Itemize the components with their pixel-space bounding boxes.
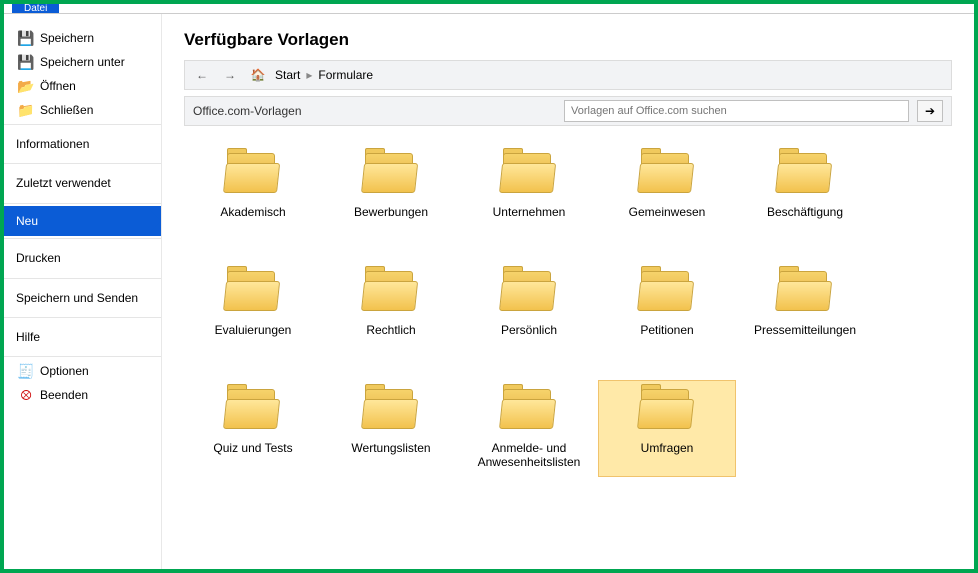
folder-label: Rechtlich (366, 323, 415, 351)
app-window: Datei 💾 Speichern 💾 Speichern unter 📂 Öf… (4, 4, 974, 569)
nav-forward-button[interactable]: → (219, 64, 241, 86)
chevron-right-icon: ▸ (306, 68, 312, 82)
folder-icon (637, 269, 697, 317)
search-go-button[interactable]: ➔ (917, 100, 943, 122)
sidebar-save-as[interactable]: 💾 Speichern unter (4, 50, 161, 74)
sidebar-item-label: Zuletzt verwendet (16, 176, 111, 190)
options-icon: 🧾 (18, 363, 34, 379)
close-icon: 📁 (18, 102, 34, 118)
folder-icon (775, 151, 835, 199)
file-tab[interactable]: Datei (12, 4, 59, 14)
sidebar-item-label: Neu (16, 214, 38, 228)
sidebar-item-label: Speichern unter (40, 55, 125, 69)
main-panel: Verfügbare Vorlagen ← → 🏠 Start ▸ Formul… (162, 14, 974, 569)
folder-item[interactable]: Pressemitteilungen (736, 262, 874, 358)
folder-item[interactable]: Rechtlich (322, 262, 460, 358)
folder-item[interactable]: Quiz und Tests (184, 380, 322, 477)
search-input[interactable] (564, 100, 909, 122)
folder-item[interactable]: Unternehmen (460, 144, 598, 240)
separator (4, 317, 161, 318)
separator (4, 356, 161, 357)
sidebar-recent[interactable]: Zuletzt verwendet (4, 166, 161, 200)
office-templates-label: Office.com-Vorlagen (193, 104, 302, 118)
sidebar-exit[interactable]: ⮾ Beenden (4, 383, 161, 407)
breadcrumb-start[interactable]: Start (275, 68, 300, 82)
separator (4, 278, 161, 279)
folder-icon (499, 151, 559, 199)
folder-icon (361, 269, 421, 317)
folder-icon (223, 387, 283, 435)
sidebar-open[interactable]: 📂 Öffnen (4, 74, 161, 98)
ribbon: Datei (4, 4, 974, 14)
sidebar-save[interactable]: 💾 Speichern (4, 26, 161, 50)
folder-icon (361, 387, 421, 435)
body: 💾 Speichern 💾 Speichern unter 📂 Öffnen 📁… (4, 14, 974, 569)
sidebar-close[interactable]: 📁 Schließen (4, 98, 161, 122)
sidebar-item-label: Schließen (40, 103, 93, 117)
folder-label: Pressemitteilungen (754, 323, 856, 351)
folder-label: Akademisch (220, 205, 285, 233)
save-as-icon: 💾 (18, 54, 34, 70)
sidebar-item-label: Hilfe (16, 330, 40, 344)
folder-item[interactable]: Petitionen (598, 262, 736, 358)
save-icon: 💾 (18, 30, 34, 46)
folder-label: Umfragen (641, 441, 694, 469)
sidebar-item-label: Speichern (40, 31, 94, 45)
sidebar-help[interactable]: Hilfe (4, 320, 161, 354)
folder-label: Bewerbungen (354, 205, 428, 233)
folder-icon (223, 269, 283, 317)
folder-label: Wertungslisten (351, 441, 430, 469)
home-icon[interactable]: 🏠 (247, 64, 269, 86)
sidebar-save-send[interactable]: Speichern und Senden (4, 281, 161, 315)
breadcrumb-bar: ← → 🏠 Start ▸ Formulare (184, 60, 952, 90)
separator (4, 163, 161, 164)
sidebar-new[interactable]: Neu (4, 206, 161, 236)
sidebar-item-label: Informationen (16, 137, 89, 151)
folder-item[interactable]: Beschäftigung (736, 144, 874, 240)
folder-item[interactable]: Wertungslisten (322, 380, 460, 477)
folder-label: Persönlich (501, 323, 557, 351)
open-icon: 📂 (18, 78, 34, 94)
nav-back-button[interactable]: ← (191, 64, 213, 86)
folder-icon (775, 269, 835, 317)
folder-item[interactable]: Gemeinwesen (598, 144, 736, 240)
separator (4, 238, 161, 239)
folder-icon (499, 269, 559, 317)
folder-label: Beschäftigung (767, 205, 843, 233)
folder-label: Petitionen (640, 323, 693, 351)
folder-label: Quiz und Tests (213, 441, 292, 469)
sidebar-item-label: Öffnen (40, 79, 76, 93)
sidebar-options[interactable]: 🧾 Optionen (4, 359, 161, 383)
sidebar-info[interactable]: Informationen (4, 127, 161, 161)
folder-icon (637, 151, 697, 199)
sidebar-item-label: Optionen (40, 364, 89, 378)
exit-icon: ⮾ (18, 387, 34, 403)
sidebar-print[interactable]: Drucken (4, 241, 161, 275)
separator (4, 124, 161, 125)
folder-icon (361, 151, 421, 199)
folder-label: Evaluierungen (215, 323, 292, 351)
folder-label: Anmelde- und Anwesenheitslisten (467, 441, 591, 470)
folder-label: Gemeinwesen (629, 205, 706, 233)
folder-icon (223, 151, 283, 199)
sidebar-item-label: Speichern und Senden (16, 291, 138, 305)
folder-icon (637, 387, 697, 435)
folder-item[interactable]: Bewerbungen (322, 144, 460, 240)
sidebar-item-label: Beenden (40, 388, 88, 402)
folder-item[interactable]: Evaluierungen (184, 262, 322, 358)
folder-label: Unternehmen (493, 205, 566, 233)
sidebar-item-label: Drucken (16, 251, 61, 265)
folder-item[interactable]: Persönlich (460, 262, 598, 358)
template-folder-grid: Akademisch Bewerbungen Unternehmen Gemeinwe… (184, 144, 952, 477)
folder-icon (499, 387, 559, 435)
backstage-sidebar: 💾 Speichern 💾 Speichern unter 📂 Öffnen 📁… (4, 14, 162, 569)
separator (4, 203, 161, 204)
folder-item[interactable]: Akademisch (184, 144, 322, 240)
folder-item[interactable]: Umfragen (598, 380, 736, 477)
page-title: Verfügbare Vorlagen (184, 30, 952, 50)
folder-item[interactable]: Anmelde- und Anwesenheitslisten (460, 380, 598, 477)
office-templates-bar: Office.com-Vorlagen ➔ (184, 96, 952, 126)
breadcrumb-current[interactable]: Formulare (318, 68, 373, 82)
